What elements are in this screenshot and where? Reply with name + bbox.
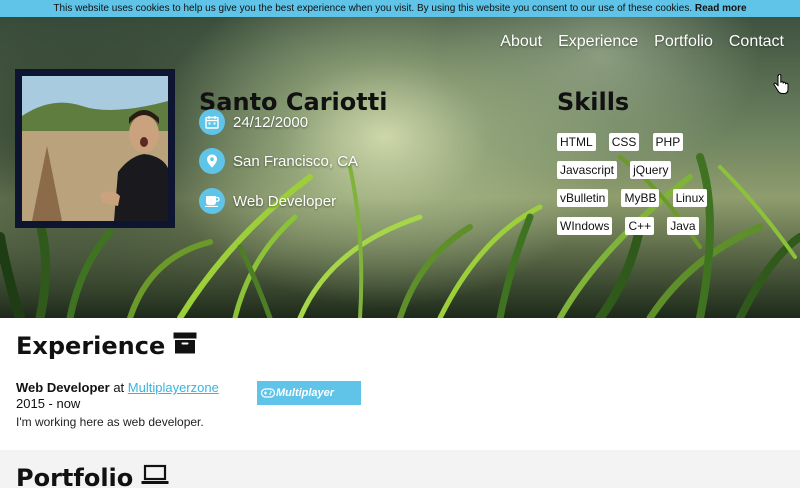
location-text: San Francisco, CA xyxy=(233,152,359,170)
skills-list: HTML CSS PHP Javascript jQuery vBulletin… xyxy=(557,131,727,243)
portfolio-heading-text: Portfolio xyxy=(16,464,134,488)
nav-contact-link[interactable]: Contact xyxy=(729,33,784,51)
experience-heading: Experience xyxy=(16,332,197,360)
skill-tag: HTML xyxy=(557,133,596,151)
birthdate-text: 24/12/2000 xyxy=(233,113,309,131)
location-row: San Francisco, CA xyxy=(199,148,358,174)
cookie-read-more-link[interactable]: Read more xyxy=(695,3,747,14)
job-description: I'm working here as web developer. xyxy=(16,415,204,429)
company-logo: Multiplayer xyxy=(257,381,361,405)
job-title: Web Developer xyxy=(16,380,110,395)
job-title-line: Web Developer at Multiplayerzone xyxy=(16,380,219,395)
nav-experience-link[interactable]: Experience xyxy=(558,33,638,51)
skill-tag: PHP xyxy=(652,133,684,151)
portfolio-section: Portfolio xyxy=(0,450,800,488)
skills-heading: Skills xyxy=(557,88,630,116)
nav-about-link[interactable]: About xyxy=(500,33,542,51)
skill-tag: Javascript xyxy=(557,161,618,179)
nav-portfolio-link[interactable]: Portfolio xyxy=(654,33,713,51)
skill-tag: C++ xyxy=(625,217,655,235)
profile-photo-frame xyxy=(15,69,175,228)
experience-section: Experience Web Developer at Multiplayerz… xyxy=(0,318,800,450)
laptop-icon xyxy=(141,464,169,488)
skill-tag: MyBB xyxy=(621,189,660,207)
location-pin-icon xyxy=(199,148,225,174)
portfolio-heading: Portfolio xyxy=(16,464,169,488)
calendar-icon xyxy=(199,109,225,135)
skill-tag: WIndows xyxy=(557,217,613,235)
hand-pointer-cursor-icon xyxy=(773,74,789,94)
experience-heading-text: Experience xyxy=(16,332,166,360)
skill-tag: jQuery xyxy=(630,161,672,179)
cookie-consent-bar: This website uses cookies to help us giv… xyxy=(0,0,800,17)
gamepad-icon xyxy=(261,388,275,398)
skill-tag: Java xyxy=(667,217,699,235)
job-connector: at xyxy=(113,380,125,395)
skill-tag: vBulletin xyxy=(557,189,609,207)
main-navigation: About Experience Portfolio Contact xyxy=(500,33,784,51)
company-logo-text: Multiplayer xyxy=(276,387,335,399)
skill-tag: Linux xyxy=(672,189,708,207)
skill-tag: CSS xyxy=(608,133,640,151)
job-years: 2015 - now xyxy=(16,396,81,411)
birthdate-row: 24/12/2000 xyxy=(199,109,308,135)
archive-box-icon xyxy=(173,332,197,360)
coffee-cup-icon xyxy=(199,188,225,214)
cookie-consent-text: This website uses cookies to help us giv… xyxy=(53,3,693,14)
role-row: Web Developer xyxy=(199,188,336,214)
profile-photo xyxy=(22,76,168,221)
company-link[interactable]: Multiplayerzone xyxy=(128,380,219,395)
hero-section: About Experience Portfolio Contact Santo… xyxy=(0,17,800,318)
role-text: Web Developer xyxy=(233,192,337,210)
